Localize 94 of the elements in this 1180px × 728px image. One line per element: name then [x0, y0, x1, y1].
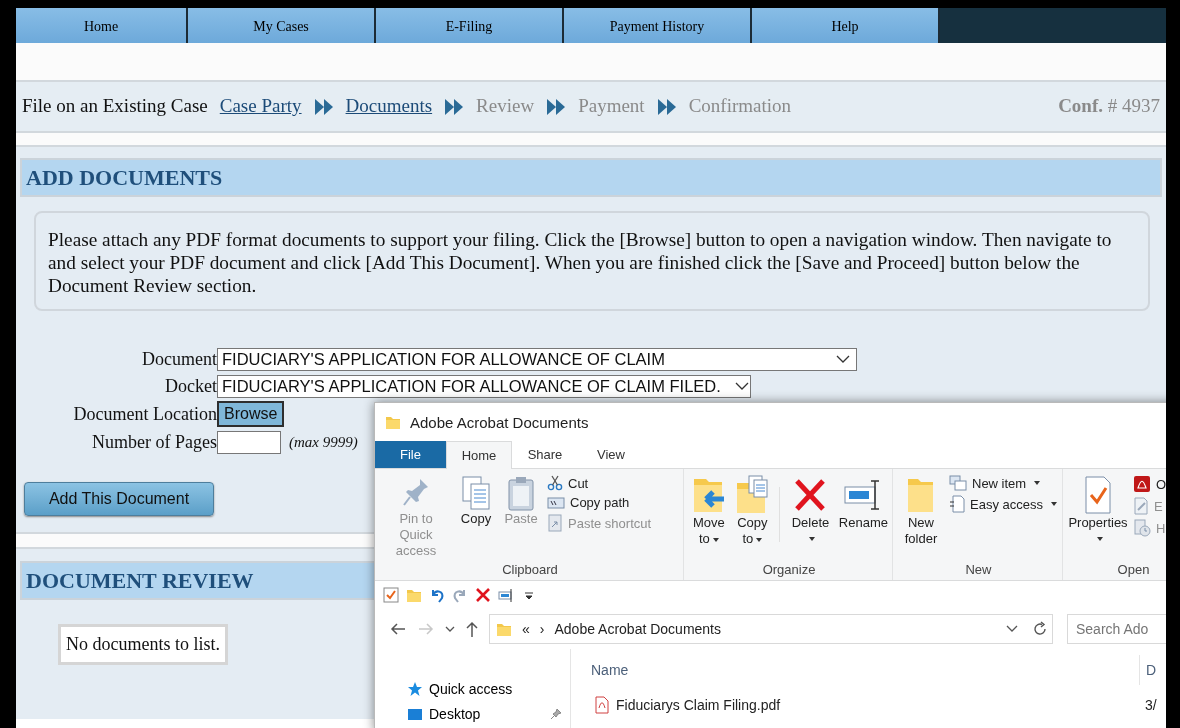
scissors-icon	[547, 475, 563, 491]
ribbon-button[interactable]: Copy to	[731, 473, 774, 562]
desktop-icon	[407, 706, 423, 721]
caret-icon	[712, 537, 719, 542]
hint-text: (max 9999)	[289, 432, 358, 452]
folder-icon	[496, 621, 512, 637]
chevron-icon[interactable]	[1006, 625, 1018, 633]
nav-tab[interactable]: My Cases	[188, 8, 376, 43]
shortcut-icon	[547, 514, 563, 532]
history-icon	[1133, 519, 1151, 537]
back-icon[interactable]	[389, 621, 407, 637]
search-field[interactable]: Search Ado	[1067, 614, 1166, 644]
nav-tab[interactable]: Home	[16, 8, 188, 43]
confirmation-number: Conf. # 4937	[1058, 94, 1160, 119]
double-arrow-icon	[656, 97, 677, 116]
group-label: Clipboard	[501, 562, 559, 577]
properties-icon	[1082, 475, 1114, 515]
step-link[interactable]: Case Party	[219, 92, 302, 121]
pdf-file-icon	[595, 696, 609, 714]
caret-icon	[756, 537, 763, 542]
field-label: Number of Pages	[91, 431, 217, 454]
double-arrow-icon	[444, 97, 465, 116]
refresh-icon[interactable]	[1032, 621, 1048, 637]
ribbon-button[interactable]: Delete	[786, 473, 835, 562]
chevron-icon[interactable]	[445, 625, 455, 633]
clipboard-icon	[505, 475, 537, 511]
up-arrow-icon[interactable]	[465, 620, 479, 638]
nav-tab[interactable]: Payment History	[564, 8, 752, 43]
ribbon-button[interactable]: Rename	[836, 473, 890, 562]
step-link[interactable]: Documents	[345, 92, 433, 121]
ribbon-button[interactable]: Easy access	[947, 495, 1059, 513]
file-date: 3/	[1145, 697, 1157, 713]
ribbon-tab[interactable]: Home	[446, 441, 512, 469]
add-document-button[interactable]: Add This Document	[24, 482, 214, 516]
double-arrow-icon	[313, 97, 334, 116]
step-label: Payment	[578, 94, 645, 119]
step-label: Confirmation	[688, 94, 792, 119]
copy-icon	[460, 475, 492, 511]
folder-icon	[385, 414, 401, 430]
select-field[interactable]: FIDUCIARY'S APPLICATION FOR ALLOWANCE OF CLAIM	[217, 347, 857, 371]
browse-button[interactable]: Browse	[217, 401, 285, 427]
star-icon	[407, 680, 423, 697]
edit-icon	[1133, 497, 1149, 515]
chevron-icon	[836, 354, 850, 364]
step-label: Review	[476, 94, 535, 119]
nav-item[interactable]: Desktop	[375, 701, 570, 726]
copy-folder-icon	[735, 475, 770, 515]
path-overflow: «	[522, 621, 530, 637]
caret-icon	[808, 537, 815, 541]
group-label: Organize	[761, 562, 817, 577]
ribbon-button[interactable]: New item	[947, 475, 1059, 491]
nav-tab[interactable]: E-Filing	[376, 8, 564, 43]
select-field[interactable]: FIDUCIARY'S APPLICATION FOR ALLOWANCE OF CLAIM FILED.	[217, 374, 751, 398]
ribbon-tab[interactable]: File	[375, 441, 446, 468]
delete-icon[interactable]	[475, 587, 491, 603]
nav-tab[interactable]: Help	[752, 8, 940, 43]
ribbon-button[interactable]: New folder	[897, 473, 945, 562]
ribbon-button[interactable]: Cut	[545, 475, 654, 491]
file-name[interactable]: Fiduciarys Claim Filing.pdf	[616, 697, 1138, 713]
nav-item[interactable]: Quick access	[375, 676, 570, 701]
pdf-icon	[1133, 475, 1151, 493]
properties-icon[interactable]	[383, 587, 399, 603]
ribbon-button[interactable]: Copy path	[545, 495, 654, 510]
caret-icon	[1096, 537, 1103, 541]
group-label: Open	[1116, 562, 1151, 577]
ribbon-button[interactable]: Move to	[688, 473, 730, 562]
address-bar[interactable]: « › Adobe Acrobat Documents	[489, 614, 1053, 644]
caret-icon	[1034, 481, 1041, 485]
column-header[interactable]: Name	[591, 662, 1139, 678]
field-label: Document	[141, 348, 217, 371]
pin-icon	[550, 707, 562, 720]
ribbon-button[interactable]: O	[1131, 475, 1166, 493]
caret-icon	[1051, 502, 1057, 506]
page-title: File on an Existing Case	[22, 94, 208, 119]
copy-path-icon	[547, 495, 565, 510]
field-label: Document Location	[72, 403, 217, 426]
ribbon-button[interactable]: Properties	[1067, 473, 1129, 562]
group-label: New	[964, 562, 993, 577]
empty-message: No documents to list.	[58, 624, 228, 665]
field-label: Docket	[164, 375, 217, 398]
double-arrow-icon	[546, 97, 567, 116]
chevron-icon	[734, 381, 749, 391]
location-label: Adobe Acrobat Documents	[554, 621, 721, 637]
instructions: Please attach any PDF format documents to support your filing. Click the [Browse] button to open a navigation window. Then navigate to and select your PDF document and click [Add This Document]. When you are finished click the [Save and Proceed] button below the Document Review section.	[34, 211, 1150, 311]
ribbon-button[interactable]: Copy	[455, 473, 497, 562]
column-header[interactable]: D	[1146, 662, 1157, 678]
path-separator: ›	[539, 621, 545, 637]
new-item-icon	[949, 475, 967, 491]
undo-icon[interactable]	[429, 587, 445, 603]
easy-access-icon	[949, 495, 965, 513]
rename-icon[interactable]	[498, 587, 514, 603]
number-field[interactable]	[217, 430, 281, 454]
section-heading: ADD DOCUMENTS	[20, 158, 1162, 197]
window-title: Adobe Acrobat Documents	[410, 413, 589, 431]
